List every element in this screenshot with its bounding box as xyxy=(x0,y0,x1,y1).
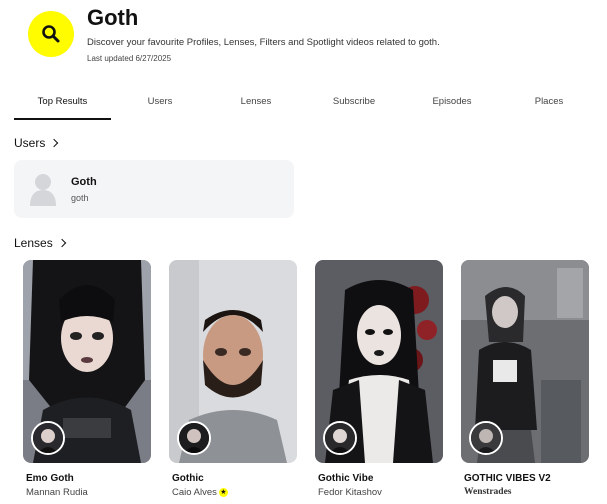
tab-label: Subscribe xyxy=(332,96,376,107)
lenses-section-link[interactable]: Lenses xyxy=(14,236,66,250)
search-badge xyxy=(28,11,74,57)
creator-avatar xyxy=(469,421,503,455)
lens-card[interactable]: Emo Goth Mannan Rudia xyxy=(23,260,151,498)
creator-avatar xyxy=(31,421,65,455)
lens-thumbnail xyxy=(169,260,297,463)
users-section-link[interactable]: Users xyxy=(14,136,59,150)
lens-creator: Wenstrades xyxy=(464,487,512,497)
verified-star-icon: ★ xyxy=(218,488,228,497)
chevron-right-icon xyxy=(50,138,59,148)
lens-name: GOTHIC VIBES V2 xyxy=(464,473,551,484)
lens-name: Gothic Vibe xyxy=(318,473,374,484)
default-avatar-icon xyxy=(30,174,56,206)
users-section-title: Users xyxy=(14,136,46,150)
tab-bar: Top Results Users Lenses Subscribe Episo… xyxy=(14,92,594,120)
creator-name: Caio Alves xyxy=(172,487,217,498)
lens-card[interactable]: Gothic Caio Alves ★ xyxy=(169,260,297,498)
search-icon xyxy=(42,25,60,43)
tab-label: Top Results xyxy=(37,96,88,107)
page-title: Goth xyxy=(87,5,139,30)
lens-creator: Fedor Kitashov xyxy=(318,487,382,498)
lenses-section-title: Lenses xyxy=(14,236,53,250)
lens-card[interactable]: Gothic Vibe Fedor Kitashov xyxy=(315,260,443,498)
tab-users[interactable]: Users xyxy=(126,92,194,120)
chevron-right-icon xyxy=(57,238,66,248)
lens-creator: Caio Alves ★ xyxy=(172,487,228,498)
tab-places[interactable]: Places xyxy=(514,92,584,120)
user-card[interactable]: Goth goth xyxy=(14,160,294,218)
lens-name: Emo Goth xyxy=(26,473,74,484)
user-name: Goth xyxy=(71,176,97,188)
lens-creator: Mannan Rudia xyxy=(26,487,88,498)
lens-name: Gothic xyxy=(172,473,204,484)
tab-top-results[interactable]: Top Results xyxy=(14,92,111,120)
tab-label: Episodes xyxy=(432,96,472,107)
tab-label: Users xyxy=(147,96,173,107)
creator-avatar xyxy=(177,421,211,455)
tab-lenses[interactable]: Lenses xyxy=(222,92,290,120)
tab-subscribe[interactable]: Subscribe xyxy=(320,92,388,120)
lens-card[interactable]: GOTHIC VIBES V2 Wenstrades xyxy=(461,260,589,497)
tab-label: Lenses xyxy=(240,96,272,107)
creator-name: Mannan Rudia xyxy=(26,487,88,498)
tab-label: Places xyxy=(534,96,564,107)
lens-thumbnail xyxy=(23,260,151,463)
lens-thumbnail xyxy=(315,260,443,463)
tab-episodes[interactable]: Episodes xyxy=(418,92,486,120)
last-updated: Last updated 6/27/2025 xyxy=(87,54,172,63)
creator-name: Wenstrades xyxy=(464,487,512,497)
user-handle: goth xyxy=(71,193,89,203)
lens-thumbnail xyxy=(461,260,589,463)
creator-name: Fedor Kitashov xyxy=(318,487,382,498)
page-description: Discover your favourite Profiles, Lenses… xyxy=(87,37,440,48)
creator-avatar xyxy=(323,421,357,455)
